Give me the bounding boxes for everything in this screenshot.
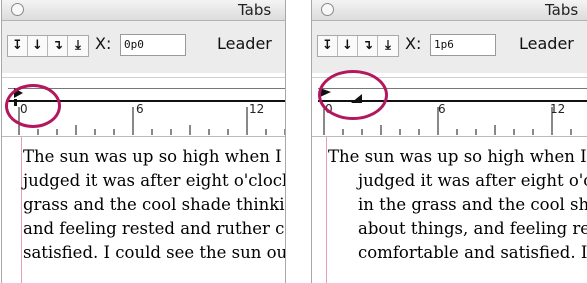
right-justified-tab-button[interactable]: ↴ — [48, 36, 68, 56]
text-line: about things, and feeling rested — [358, 219, 587, 238]
text-line: judged it was after eight o'clock. I — [23, 171, 286, 190]
align-decimal-tab-button[interactable]: ⤓ — [68, 36, 88, 56]
tabs-panel-after: Tabs ↧ ↓ ↴ ⤓ X: 1p6 Leader 0 6 12 The su… — [311, 0, 587, 283]
right-justified-tab-button[interactable]: ↴ — [358, 36, 378, 56]
tab-toolbar: ↧ ↓ ↴ ⤓ X: 0p0 Leader — [2, 21, 285, 73]
ruler-label-6: 6 — [136, 102, 144, 116]
text-line: The sun was up so high when I woke — [328, 147, 587, 166]
text-line: comfortable and satisfied. I could — [358, 243, 587, 262]
highlight-ring — [5, 84, 61, 128]
panel-title: Tabs — [238, 1, 272, 19]
text-line: and feeling rested and ruther comfo — [23, 219, 285, 238]
x-position-label: X: — [405, 34, 422, 53]
ruler-label-12: 12 — [550, 102, 566, 116]
text-frame: The sun was up so high when I woke judge… — [2, 136, 285, 283]
tab-toolbar: ↧ ↓ ↴ ⤓ X: 1p6 Leader — [312, 21, 587, 73]
text-line: judged it was after eight o'clock. — [358, 171, 587, 190]
align-decimal-tab-button[interactable]: ⤓ — [378, 36, 398, 56]
center-justified-tab-button[interactable]: ↓ — [28, 36, 48, 56]
tab-alignment-buttons: ↧ ↓ ↴ ⤓ — [7, 35, 89, 57]
title-bar: Tabs — [312, 0, 587, 21]
left-justified-tab-button[interactable]: ↧ — [318, 36, 338, 56]
leader-label: Leader — [519, 34, 574, 53]
text-frame: The sun was up so high when I woke judge… — [312, 136, 587, 283]
x-position-input[interactable]: 1p6 — [430, 34, 496, 56]
x-position-label: X: — [95, 34, 112, 53]
text-line: grass and the cool shade thinking — [23, 195, 286, 214]
center-justified-tab-button[interactable]: ↓ — [338, 36, 358, 56]
ruler-label-12: 12 — [249, 102, 265, 116]
text-line: The sun was up so high when I woke — [23, 147, 285, 166]
left-justified-tab-button[interactable]: ↧ — [8, 36, 28, 56]
tabs-panel-before: Tabs ↧ ↓ ↴ ⤓ X: 0p0 Leader 0 6 12 The su… — [1, 0, 286, 283]
margin-guide — [326, 137, 327, 283]
highlight-ring — [318, 70, 388, 120]
close-circle-icon[interactable] — [321, 3, 334, 16]
leader-label: Leader — [217, 34, 272, 53]
tab-alignment-buttons: ↧ ↓ ↴ ⤓ — [317, 35, 399, 57]
text-line: in the grass and the cool shade — [358, 195, 587, 214]
x-position-input[interactable]: 0p0 — [120, 34, 186, 56]
ruler-label-6: 6 — [438, 102, 446, 116]
margin-guide — [21, 137, 22, 283]
close-circle-icon[interactable] — [11, 3, 24, 16]
title-bar: Tabs — [2, 0, 285, 21]
text-line: satisfied. I could see the sun out a — [23, 243, 286, 262]
panel-title: Tabs — [545, 1, 579, 19]
